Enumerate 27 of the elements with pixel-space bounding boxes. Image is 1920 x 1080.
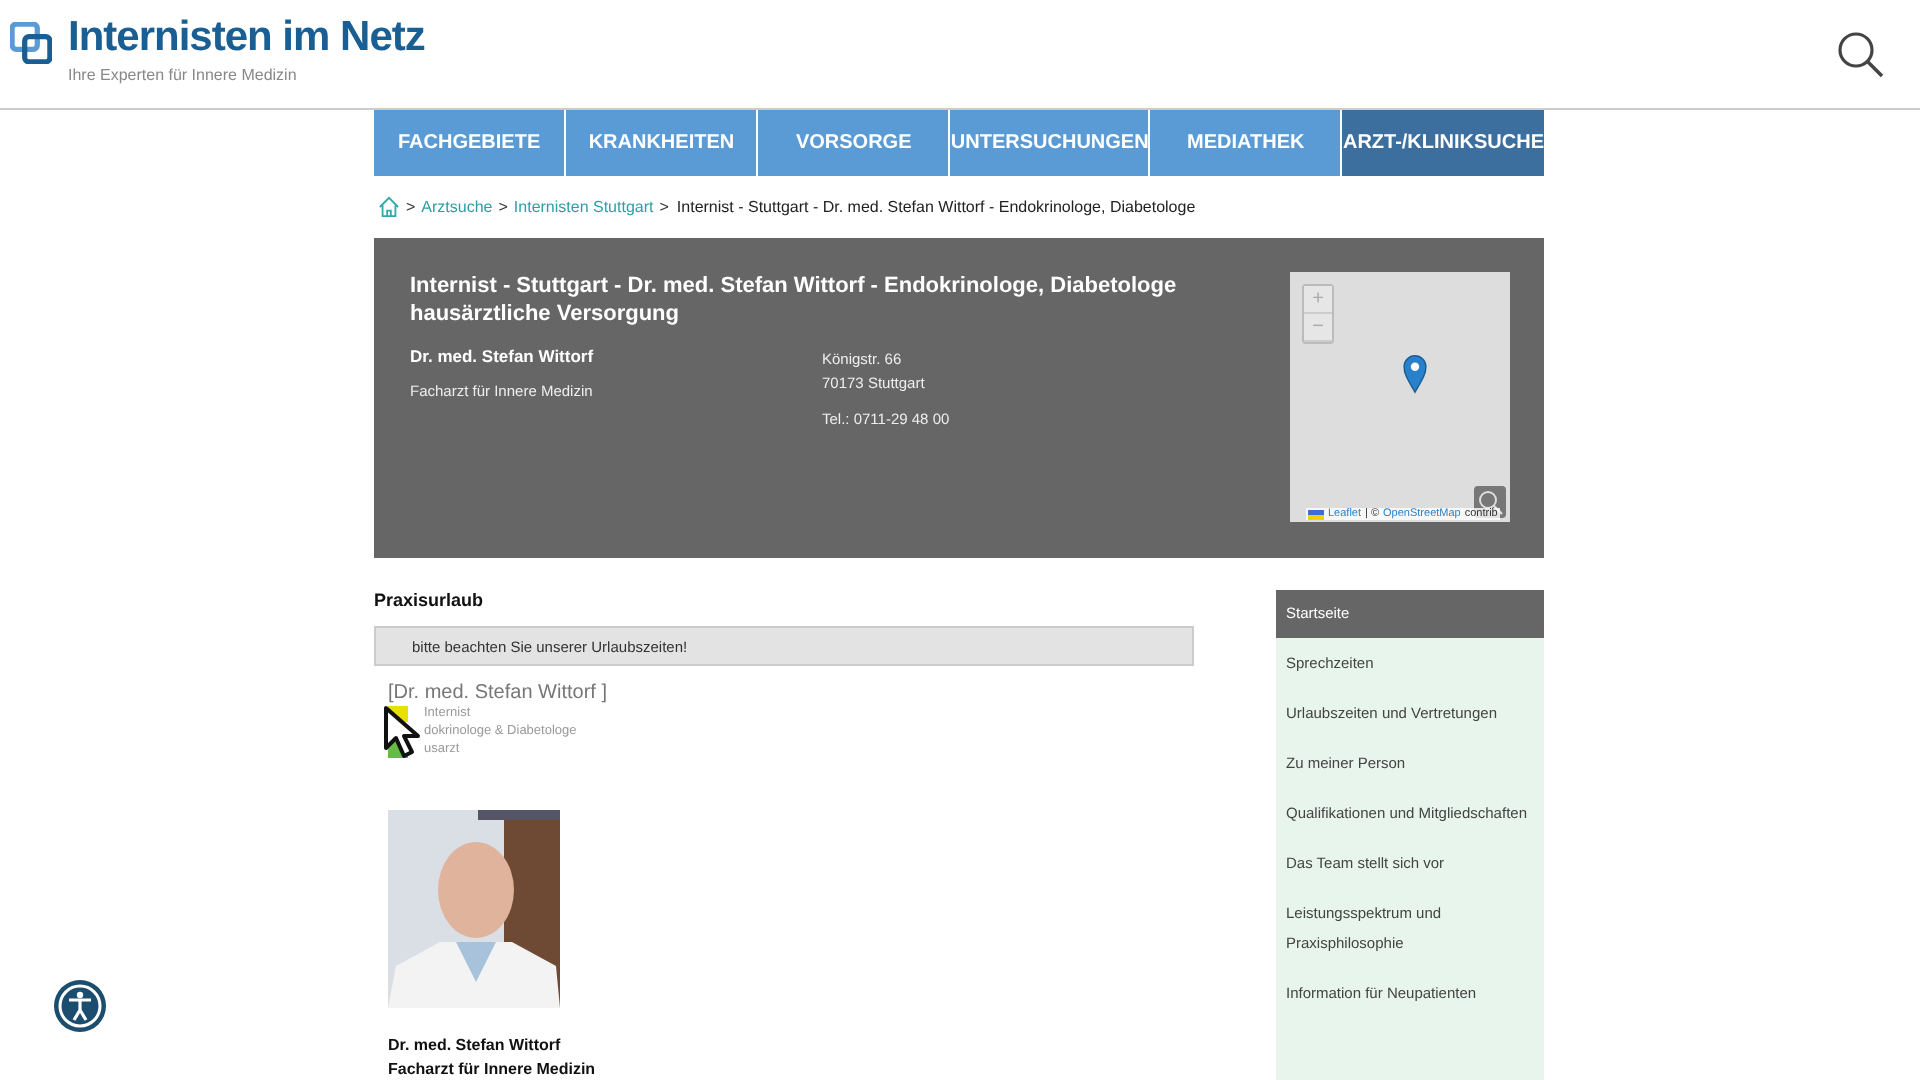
notice-heading: Praxisurlaub [374, 590, 486, 610]
home-icon[interactable] [378, 196, 400, 218]
nav-tab[interactable]: UNTERSUCHUNGEN [950, 110, 1149, 176]
doctor-name: Dr. med. Stefan Wittorf [388, 1034, 563, 1058]
breadcrumb-separator: > [498, 198, 508, 216]
nav-tab[interactable]: ARZT-/KLINIKSUCHE [1342, 110, 1545, 176]
logo-icon [10, 21, 52, 63]
practice-logo-name: [Dr. med. Stefan Wittorf ] [388, 682, 609, 704]
cursor-icon [382, 704, 422, 760]
nav-tab[interactable]: KRANKHEITEN [566, 110, 757, 176]
map-pin-icon[interactable] [1402, 354, 1428, 394]
doctor-title: Facharzt für Innere Medizin [388, 1058, 598, 1080]
site-logo[interactable]: Internisten im Netz [68, 13, 425, 61]
breadcrumb-separator: > [659, 198, 669, 216]
profile-title: Internist - Stuttgart - Dr. med. Stefan Wittorf - Endokrinologe, Diabetologe hausärztliche Versorgung [410, 272, 1179, 328]
breadcrumb-current: Internist - Stuttgart - Dr. med. Stefan Wittorf - Endokrinologe, Diabetologe [676, 198, 1196, 216]
doctor-name: Dr. med. Stefan Wittorf [410, 346, 596, 366]
tagline: Ihre Experten für Innere Medizin [68, 65, 299, 83]
nav-tab[interactable]: VORSORGE [758, 110, 949, 176]
breadcrumb-separator: > [406, 198, 416, 216]
breadcrumb-link[interactable]: Internisten Stuttgart [513, 198, 654, 216]
nav-tab[interactable]: MEDIATHEK [1150, 110, 1341, 176]
nav-tab[interactable]: FACHGEBIETE [374, 110, 565, 176]
flag-icon [1308, 509, 1324, 519]
accessibility-icon[interactable] [52, 978, 108, 1034]
search-icon[interactable] [1836, 30, 1884, 78]
breadcrumb-link[interactable]: Arztsuche [421, 198, 493, 216]
